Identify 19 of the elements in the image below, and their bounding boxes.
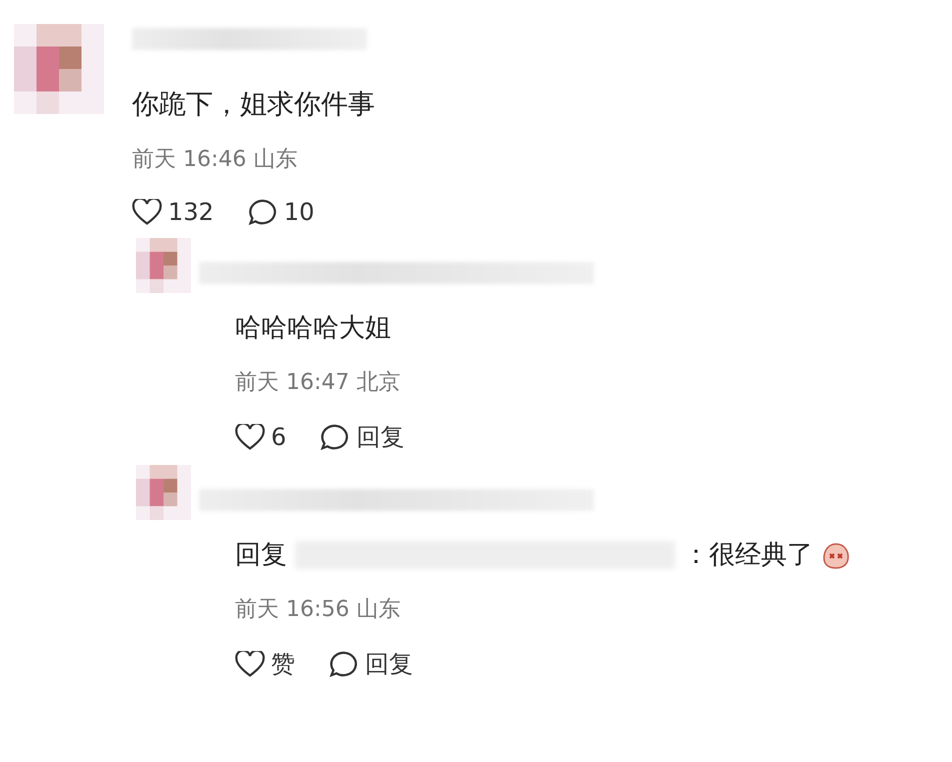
comment-icon [248, 198, 278, 226]
reply-button[interactable]: 10 [248, 198, 314, 226]
comment-meta: 前天 16:56 山东 [235, 596, 402, 624]
like-button[interactable]: 132 [132, 198, 214, 226]
comment-text: 哈哈哈哈大姐 [235, 312, 391, 345]
comment-meta: 前天 16:47 北京 [235, 369, 402, 397]
like-button[interactable]: 赞 [235, 648, 295, 680]
reply-button[interactable]: 回复 [320, 421, 404, 453]
reply-button[interactable]: 回复 [329, 648, 413, 680]
comment-meta: 前天 16:46 山东 [132, 146, 298, 174]
heart-icon [235, 650, 265, 678]
heart-icon [132, 198, 162, 226]
heart-icon [235, 424, 265, 450]
reply-label[interactable]: 回复 [235, 537, 287, 572]
comment-icon [329, 650, 359, 678]
comment-text: ：很经典了 [683, 539, 813, 572]
like-button[interactable]: 6 [235, 423, 286, 451]
comment-icon [320, 423, 350, 451]
comment-text: 你跪下，姐求你件事 [132, 88, 375, 122]
